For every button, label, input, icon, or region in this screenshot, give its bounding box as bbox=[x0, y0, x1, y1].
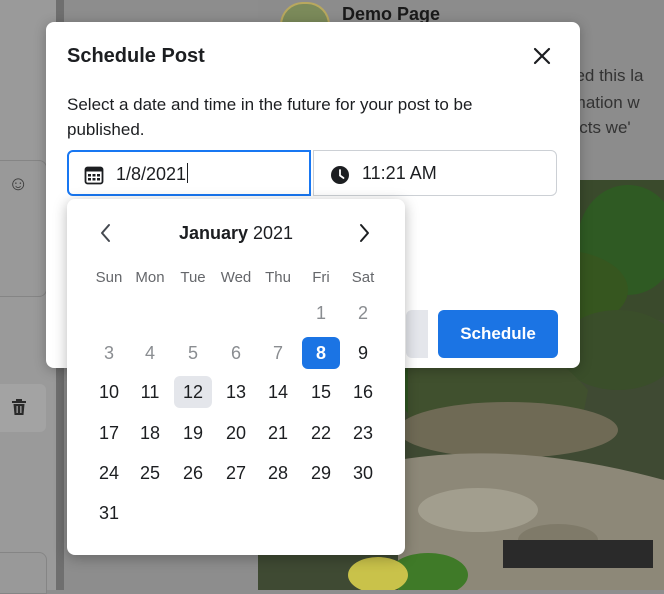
calendar-day[interactable]: 24 bbox=[90, 457, 128, 489]
time-input[interactable]: 11:21 AM bbox=[313, 150, 557, 196]
calendar-day[interactable]: 14 bbox=[259, 376, 297, 408]
calendar-day: 2 bbox=[357, 303, 368, 323]
calendar-day: 6 bbox=[230, 343, 241, 363]
calendar-day[interactable]: 30 bbox=[344, 457, 382, 489]
calendar-day: 1 bbox=[315, 303, 326, 323]
calendar-day: 3 bbox=[103, 343, 114, 363]
weekday-label: Mon bbox=[135, 269, 165, 286]
calendar-day[interactable]: 23 bbox=[344, 417, 382, 449]
calendar-day: 5 bbox=[187, 343, 198, 363]
text-caret bbox=[187, 163, 189, 183]
calendar-icon bbox=[84, 166, 104, 185]
calendar-day[interactable]: 13 bbox=[217, 376, 255, 408]
calendar-day[interactable]: 31 bbox=[90, 497, 128, 529]
weekday-label: Fri bbox=[312, 269, 330, 286]
calendar-day[interactable]: 26 bbox=[174, 457, 212, 489]
cancel-button[interactable] bbox=[406, 310, 428, 358]
calendar-day[interactable]: 10 bbox=[90, 376, 128, 408]
weekday-label: Wed bbox=[220, 269, 252, 286]
date-picker-popup: January 2021 Sun Mon Tue Wed Thu Fri Sat 1 2 3 4 5 6… bbox=[67, 199, 405, 555]
calendar-day[interactable]: 11 bbox=[131, 376, 169, 408]
calendar-day[interactable]: 21 bbox=[259, 417, 297, 449]
calendar-day[interactable]: 15 bbox=[302, 376, 340, 408]
calendar-day[interactable]: 28 bbox=[259, 457, 297, 489]
date-value: 1/8/2021 bbox=[116, 163, 189, 184]
calendar-day[interactable]: 29 bbox=[302, 457, 340, 489]
weekday-label: Sat bbox=[351, 269, 375, 286]
calendar-day[interactable]: 25 bbox=[131, 457, 169, 489]
date-input[interactable]: 1/8/2021 bbox=[67, 150, 311, 196]
calendar-day[interactable]: 12 bbox=[174, 376, 212, 408]
calendar-day[interactable]: 22 bbox=[302, 417, 340, 449]
weekday-label: Sun bbox=[95, 269, 123, 286]
next-month-icon[interactable] bbox=[353, 221, 375, 245]
calendar-day: 4 bbox=[144, 343, 155, 363]
left-panel-lower bbox=[0, 552, 47, 594]
emoji-icon: ☺ bbox=[8, 173, 29, 195]
calendar-day[interactable]: 19 bbox=[174, 417, 212, 449]
calendar-day[interactable]: 17 bbox=[90, 417, 128, 449]
calendar-day: 7 bbox=[272, 343, 283, 363]
schedule-button[interactable]: Schedule bbox=[438, 310, 558, 358]
clock-icon bbox=[331, 166, 349, 184]
calendar-day[interactable]: 8 bbox=[302, 337, 340, 369]
dialog-description: Select a date and time in the future for… bbox=[67, 95, 473, 139]
trash-icon bbox=[12, 399, 26, 415]
time-value: 11:21 AM bbox=[362, 163, 437, 183]
calendar-day[interactable]: 18 bbox=[131, 417, 169, 449]
weekday-label: Tue bbox=[180, 269, 206, 286]
close-icon[interactable] bbox=[528, 42, 556, 70]
calendar-day[interactable]: 20 bbox=[217, 417, 255, 449]
calendar-day[interactable]: 16 bbox=[344, 376, 382, 408]
dialog-title: Schedule Post bbox=[67, 45, 205, 67]
calendar-day[interactable]: 27 bbox=[217, 457, 255, 489]
calendar-day[interactable]: 9 bbox=[344, 337, 382, 369]
weekday-label: Thu bbox=[265, 269, 291, 286]
